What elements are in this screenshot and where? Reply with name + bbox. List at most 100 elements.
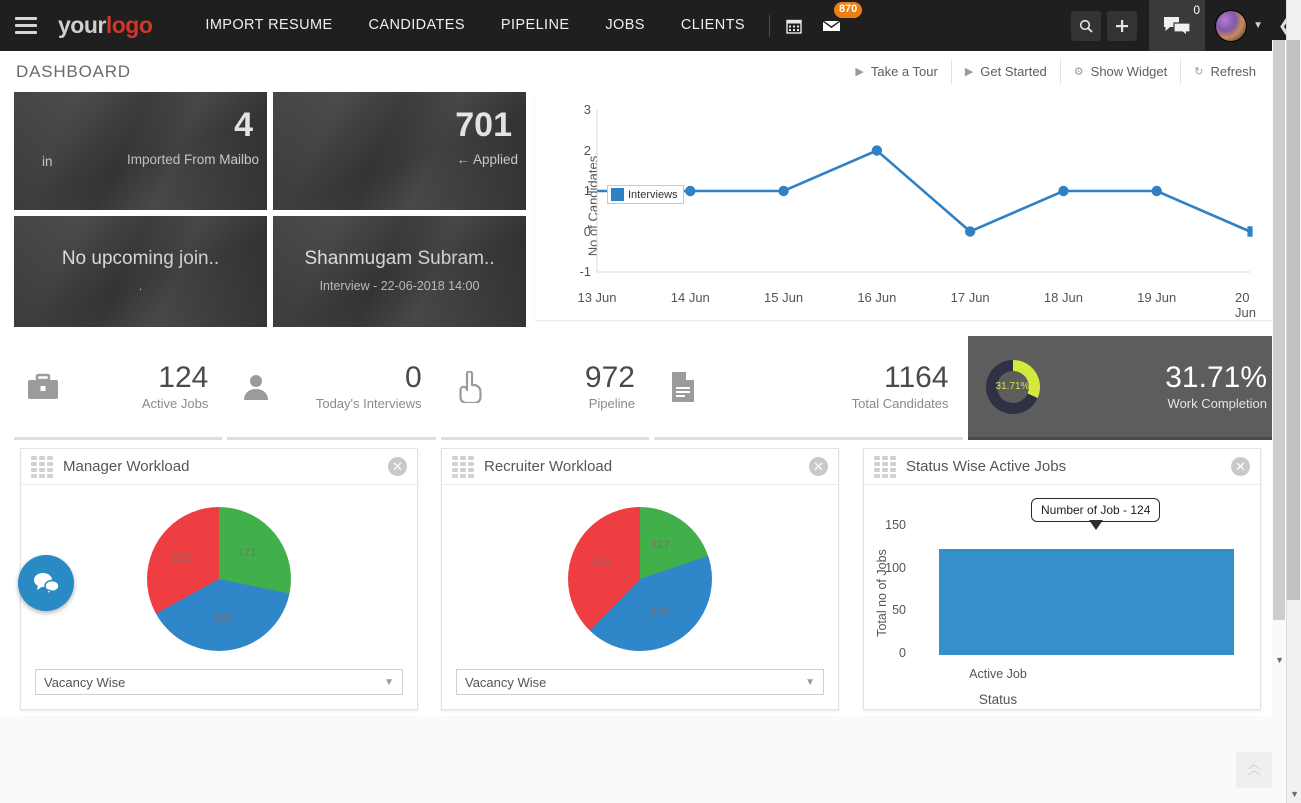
document-icon [654,371,712,403]
stat-active-jobs-label: Active Jobs [141,396,209,412]
bar-chart-y-tick: 0 [899,646,906,660]
nav-item-pipeline[interactable]: PIPELINE [483,0,587,51]
tile-upcoming-interview[interactable]: Shanmugam Subram.. Interview - 22-06-201… [273,216,526,327]
avatar-menu[interactable]: ▼ [1205,9,1269,42]
page-bottom-area [0,716,1287,803]
widget-title: Recruiter Workload [484,458,613,475]
bar-chart-y-tick: 100 [885,560,906,575]
close-circle-icon[interactable]: ✕ [388,457,407,476]
nav-item-candidates[interactable]: CANDIDATES [351,0,483,51]
nav-item-jobs[interactable]: JOBS [587,0,662,51]
stat-card-todays-interviews[interactable]: 0 Today's Interviews [227,336,436,440]
widget-header: Status Wise Active Jobs ✕ [864,449,1260,485]
pie-slice-label: 171 [237,546,257,559]
stat-cards-row: 124 Active Jobs 0 Today's Interviews 972… [14,336,1281,440]
inner-scrollbar-down-arrow[interactable]: ▼ [1275,655,1284,665]
stat-todays-interviews-value: 0 [404,360,422,394]
widget-manager-workload: Manager Workload ✕ 171 235 200 Vacancy W… [20,448,418,710]
drag-handle-icon[interactable] [31,455,53,478]
stat-card-total-candidates[interactable]: 1164 Total Candidates [653,336,963,440]
manager-workload-select-wrap: Vacancy Wise ▼ [35,669,403,695]
status-wise-active-jobs-bar-chart: Total no of Jobs 150 100 50 0 Active Job St… [864,485,1262,711]
stat-work-completion-value: 31.71% [1165,360,1267,394]
widget-recruiter-workload: Recruiter Workload ✕ 127 273 243 Vacancy… [441,448,839,710]
pie-slice-label: 200 [172,551,191,564]
tile-imported-from-mailbox[interactable]: 4 in Imported From Mailbo [14,92,267,210]
bar-active-job[interactable] [939,549,1234,655]
take-a-tour-button[interactable]: ▶ Take a Tour [842,59,952,84]
calendar-icon[interactable] [776,0,812,51]
refresh-label: Refresh [1210,64,1256,79]
manager-workload-select[interactable]: Vacancy Wise ▼ [35,669,403,695]
stat-card-work-completion[interactable]: 31.71% 31.71% Work Completion [967,336,1281,440]
stat-total-candidates-value: 1164 [884,360,949,394]
line-chart-plot [596,110,1253,273]
line-chart-legend[interactable]: Interviews [607,185,684,204]
tile-upcoming-joining[interactable]: No upcoming join.. . [14,216,267,327]
dashboard-toolbar: ▶ Take a Tour ▶ Get Started ⚙ Show Widge… [842,59,1287,84]
stat-work-completion-values: 31.71% Work Completion [1040,362,1281,412]
inner-scrollbar-thumb[interactable] [1273,40,1285,620]
chat-bubbles-icon [34,573,60,595]
drag-handle-icon[interactable] [452,455,474,478]
bar-chart-category-label: Active Job [969,667,1027,681]
bar-chart-y-tick: 50 [892,603,906,618]
widget-status-wise-active-jobs: Status Wise Active Jobs ✕ Total no of Jo… [863,448,1261,710]
pie-slice-label: 235 [212,611,232,624]
stat-card-active-jobs[interactable]: 124 Active Jobs [14,336,223,440]
logo-word-your: your [58,12,106,38]
primary-nav: IMPORT RESUME CANDIDATES PIPELINE JOBS C… [187,0,863,51]
logo[interactable]: yourlogo [52,12,153,39]
page-scrollbar-track[interactable]: ▼ [1286,0,1301,803]
widget-title: Manager Workload [63,458,190,475]
arrow-left-icon: ← [456,152,470,167]
show-widget-label: Show Widget [1090,64,1168,79]
get-started-button[interactable]: ▶ Get Started [952,59,1061,84]
messages-button[interactable]: 0 [1149,0,1206,51]
close-circle-icon[interactable]: ✕ [1231,457,1250,476]
pie-slice-label: 127 [651,539,670,552]
stat-pipeline-values: 972 Pipeline [499,362,649,412]
legend-swatch-interviews [611,188,624,201]
refresh-button[interactable]: ↻ Refresh [1181,59,1269,84]
summary-tiles: 4 in Imported From Mailbo 701 ← Applied … [14,92,526,327]
tile-imported-value: 4 [234,106,253,144]
close-circle-icon[interactable]: ✕ [809,457,828,476]
take-a-tour-label: Take a Tour [870,64,938,79]
sub-header: DASHBOARD ▶ Take a Tour ▶ Get Started ⚙ … [0,51,1287,92]
page-scrollbar-down-arrow[interactable]: ▼ [1290,789,1299,799]
tile-applied[interactable]: 701 ← Applied [273,92,526,210]
nav-item-import-resume[interactable]: IMPORT RESUME [187,0,350,51]
tile-applied-label-group: ← Applied [456,152,518,167]
manager-workload-pie-chart[interactable]: 171 235 200 [147,507,291,651]
stat-todays-interviews-values: 0 Today's Interviews [285,362,435,412]
stat-total-candidates-label: Total Candidates [851,396,949,412]
stat-card-pipeline[interactable]: 972 Pipeline [440,336,649,440]
donut-icon: 31.71% [985,359,1040,414]
tile-interview-title: Shanmugam Subram.. [304,248,495,269]
plus-icon[interactable] [1107,10,1138,41]
recruiter-workload-pie-chart[interactable]: 127 273 243 [568,507,712,651]
hamburger-menu-icon[interactable] [0,0,52,51]
gear-icon: ⚙ [1073,66,1084,78]
chat-fab-button[interactable] [18,555,74,611]
pie-slice-label: 243 [590,557,610,570]
nav-item-clients[interactable]: CLIENTS [663,0,763,51]
chevron-down-icon: ▼ [1253,20,1263,31]
drag-handle-icon[interactable] [874,455,896,478]
get-started-label: Get Started [980,64,1047,79]
search-icon[interactable] [1071,10,1102,41]
tile-interview-sub: Interview - 22-06-2018 14:00 [319,279,480,293]
page-scrollbar-thumb[interactable] [1287,40,1300,600]
recruiter-workload-select[interactable]: Vacancy Wise ▼ [456,669,824,695]
stat-pipeline-label: Pipeline [588,396,635,412]
envelope-icon[interactable]: 870 [812,0,863,51]
scroll-to-top-button[interactable] [1236,752,1272,788]
stat-active-jobs-value: 124 [158,360,209,394]
play-icon: ▶ [964,66,974,78]
show-widget-button[interactable]: ⚙ Show Widget [1061,59,1182,84]
tile-joining-title: No upcoming join.. [61,248,220,269]
nav-divider [768,14,770,37]
stat-todays-interviews-label: Today's Interviews [315,396,422,412]
widget-header: Manager Workload ✕ [21,449,417,485]
